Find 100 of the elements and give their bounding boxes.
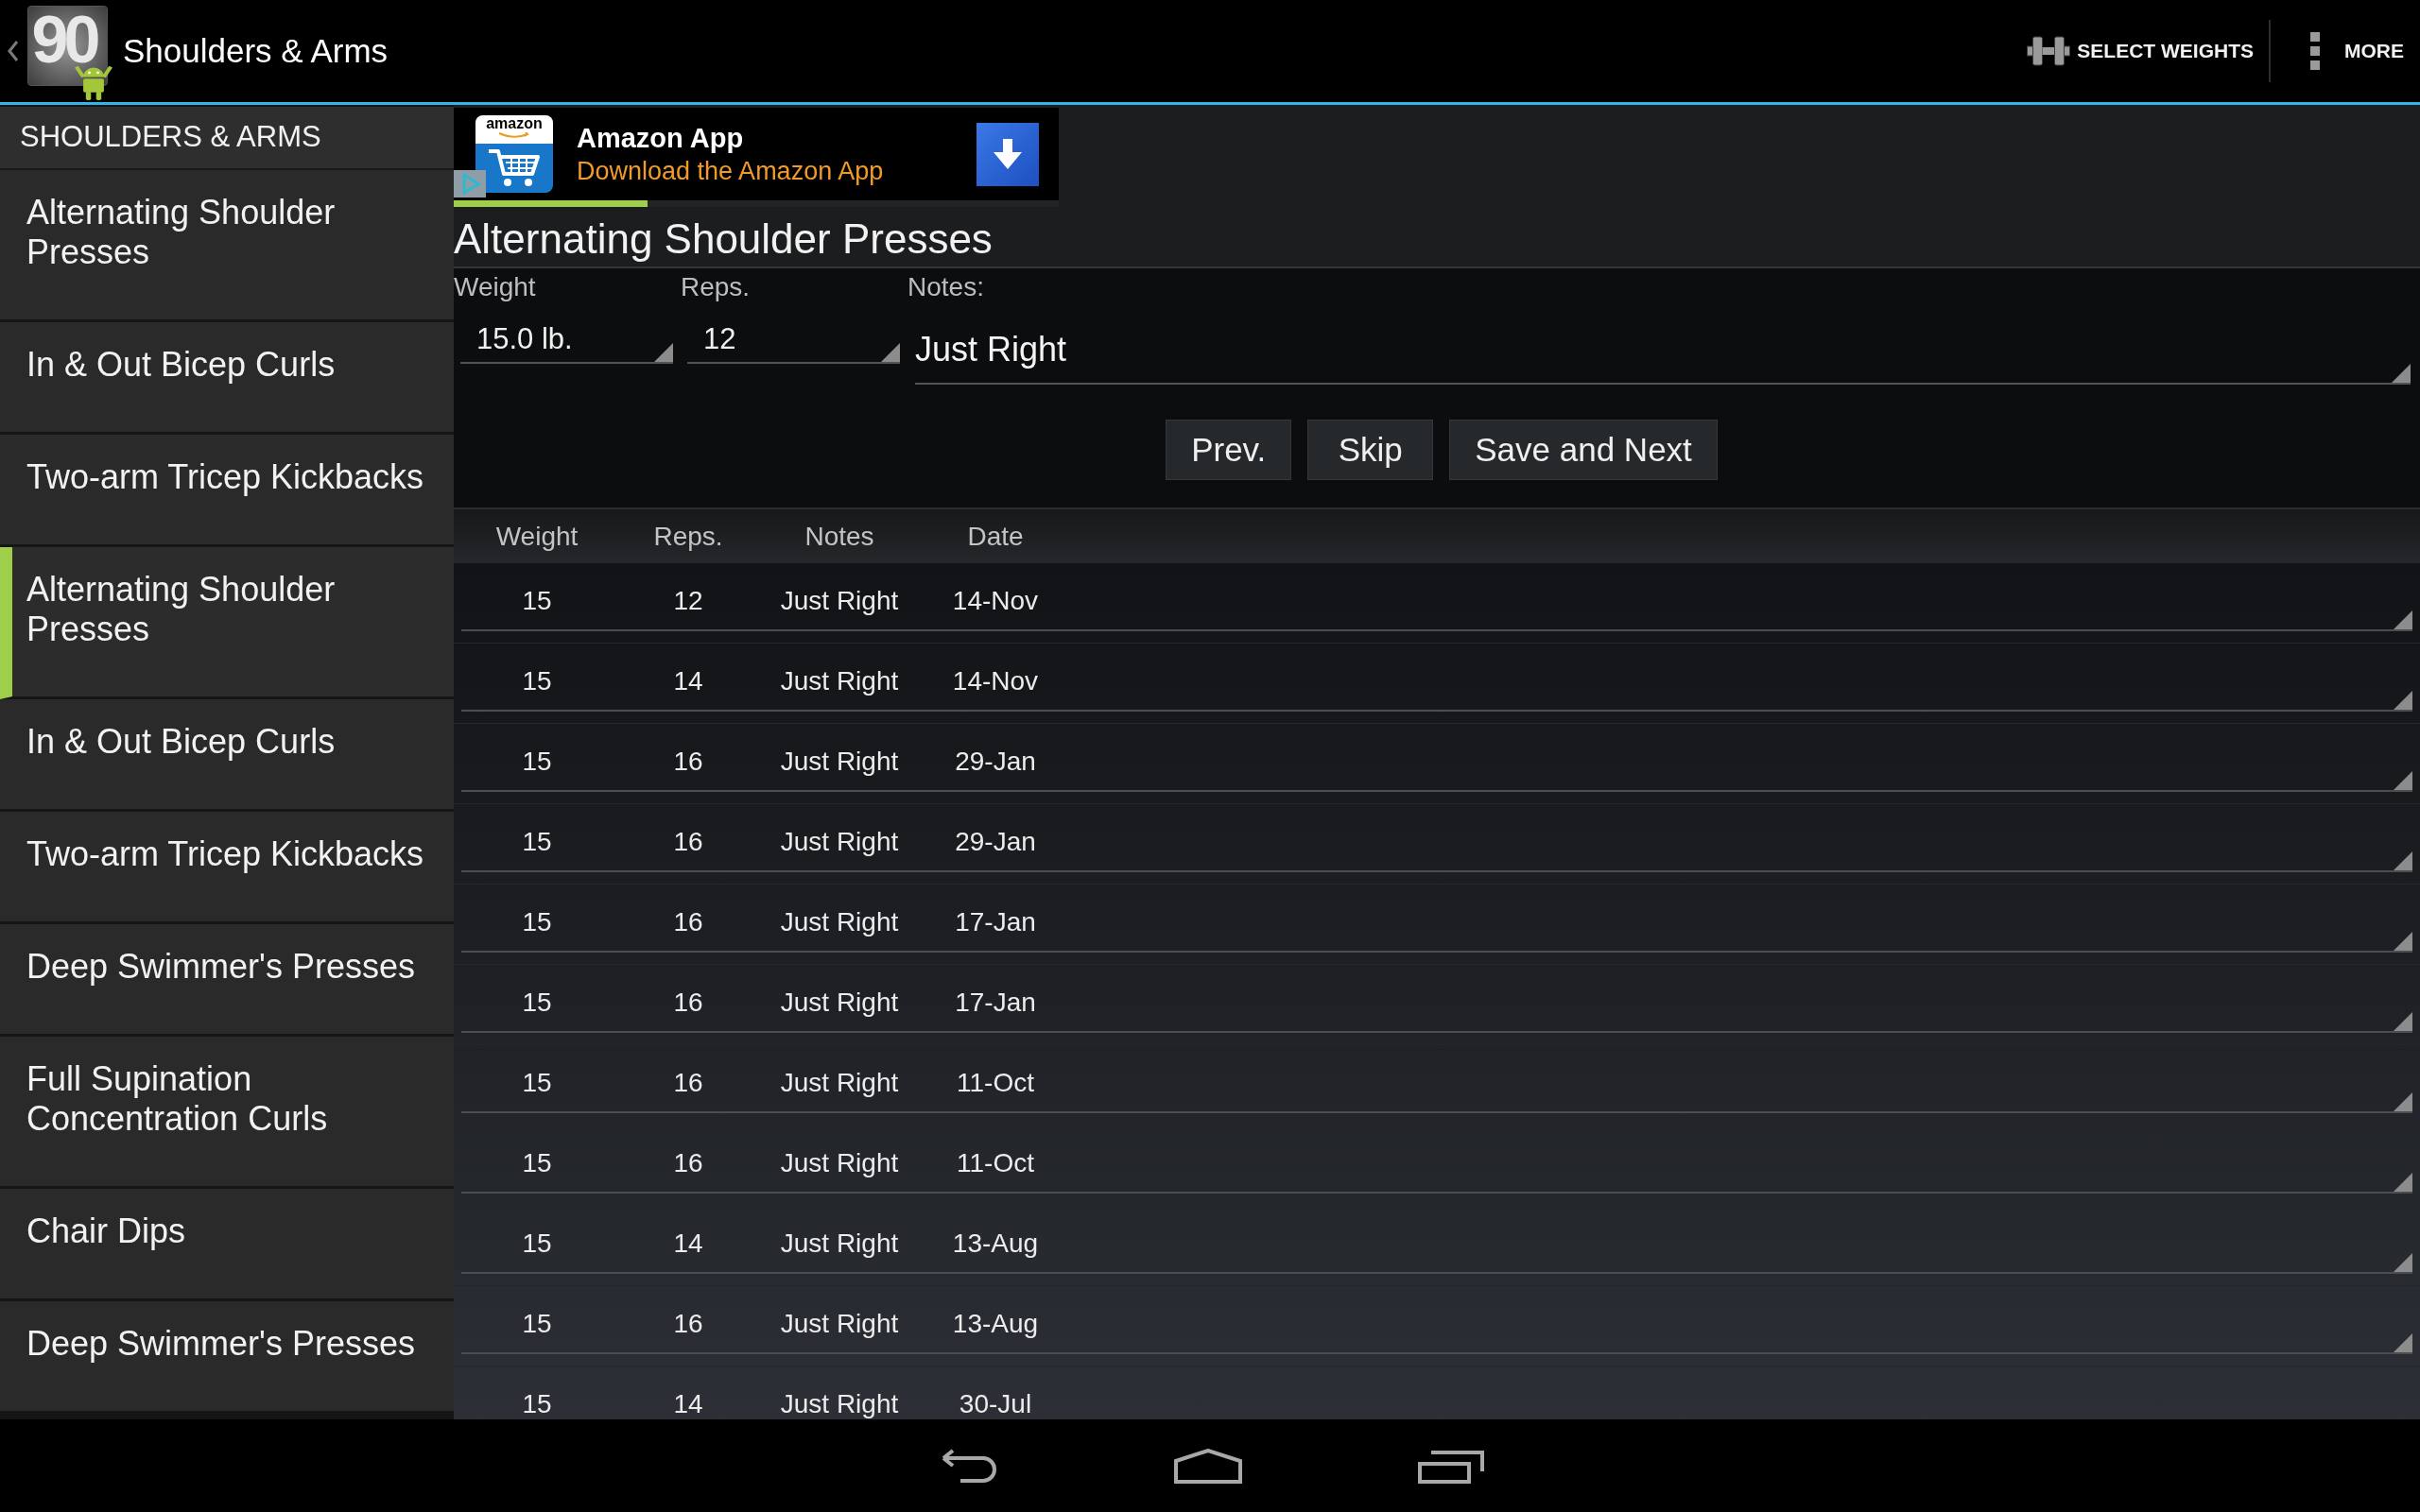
logo-wordmark: amazon [486, 115, 543, 132]
history-row[interactable]: 15 12 Just Right 14-Nov [461, 572, 2412, 631]
history-row[interactable]: 15 14 Just Right 13-Aug [461, 1214, 2412, 1274]
table-cell: 14 [673, 1390, 703, 1418]
table-cell: Just Right [780, 828, 899, 855]
field-label: Reps. [681, 272, 752, 302]
sidebar-item[interactable]: Chair Dips [0, 1189, 454, 1301]
table-cell: 15 [522, 908, 552, 936]
table-cell: 29-Jan [955, 747, 1036, 775]
sidebar-item[interactable]: In & Out Bicep Curls [0, 699, 454, 812]
action-button[interactable]: Prev. [1166, 420, 1292, 480]
table-cell: 16 [673, 1310, 703, 1337]
dropdown-triangle-icon [2394, 1253, 2412, 1272]
table-cell: 14-Nov [952, 587, 1039, 614]
dumbbell-icon [2027, 36, 2071, 66]
table-cell: 14 [673, 667, 703, 695]
table-cell: 17-Jan [955, 908, 1036, 936]
history-row[interactable]: 15 16 Just Right 29-Jan [461, 732, 2412, 792]
table-cell: 15 [522, 1390, 552, 1418]
history-row[interactable]: 15 16 Just Right 17-Jan [461, 973, 2412, 1033]
dropdown-field[interactable]: 15.0 lb. [460, 317, 673, 364]
action-button[interactable]: SELECT WEIGHTS [2027, 0, 2254, 102]
field-label: Weight [454, 272, 537, 302]
table-cell: 13-Aug [952, 1229, 1039, 1257]
ad-title: Amazon App [577, 122, 745, 155]
action-button[interactable]: Skip [1307, 420, 1434, 480]
table-cell: 16 [673, 988, 703, 1016]
dropdown-triangle-icon [2392, 364, 2411, 383]
table-cell: 15 [522, 1310, 552, 1337]
history-row[interactable]: 15 16 Just Right 11-Oct [461, 1134, 2412, 1194]
table-cell: 16 [673, 1069, 703, 1096]
table-cell: Just Right [780, 988, 899, 1016]
table-cell: 11-Oct [957, 1149, 1034, 1177]
table-cell: 15 [522, 1149, 552, 1177]
table-cell: 16 [673, 747, 703, 775]
history-row[interactable]: 15 14 Just Right 14-Nov [461, 652, 2412, 712]
table-cell: 15 [522, 988, 552, 1016]
recent-apps-icon[interactable] [1418, 1448, 1484, 1484]
section-header: SHOULDERS & ARMS [0, 107, 454, 170]
dropdown-triangle-icon [2394, 851, 2412, 870]
overflow-menu-icon [2310, 32, 2320, 70]
history-row[interactable]: 15 16 Just Right 11-Oct [461, 1054, 2412, 1113]
dropdown-triangle-icon [2394, 771, 2412, 790]
column-header: Notes [804, 520, 874, 553]
dropdown-triangle-icon [2394, 1173, 2412, 1192]
ad-subtitle: Download the Amazon App [577, 156, 884, 187]
ad-banner[interactable]: amazon Amazon App Download the Amazon App [454, 108, 1059, 200]
table-cell: 15 [522, 828, 552, 855]
table-cell: 15 [522, 747, 552, 775]
sidebar-item[interactable]: Alternating Shoulder Presses [0, 170, 454, 322]
shopping-cart-icon [487, 147, 542, 189]
table-cell: 30-Jul [959, 1390, 1032, 1418]
table-cell: Just Right [780, 1390, 899, 1418]
history-row[interactable]: 15 16 Just Right 13-Aug [461, 1295, 2412, 1354]
sidebar-item[interactable]: Deep Swimmer's Presses [0, 1301, 454, 1414]
dropdown-triangle-icon [654, 343, 673, 362]
table-cell: Just Right [780, 1229, 899, 1257]
field-label: Notes: [908, 272, 985, 302]
table-cell: 15 [522, 667, 552, 695]
sidebar-item[interactable]: Full Supination Concentration Curls [0, 1037, 454, 1189]
app-logo[interactable]: 90 [27, 6, 108, 86]
column-header: Reps. [653, 520, 723, 553]
table-cell: 11-Oct [957, 1069, 1034, 1096]
table-cell: 15 [522, 587, 552, 614]
dropdown-triangle-icon [2394, 691, 2412, 710]
history-row[interactable]: 15 16 Just Right 17-Jan [461, 893, 2412, 953]
table-cell: 16 [673, 828, 703, 855]
action-button[interactable]: Save and Next [1449, 420, 1718, 480]
sidebar-item[interactable]: Two-arm Tricep Kickbacks [0, 435, 454, 547]
table-cell: 14 [673, 1229, 703, 1257]
column-header: Date [967, 520, 1024, 553]
back-chevron-icon[interactable] [8, 40, 19, 62]
dropdown-triangle-icon [2394, 932, 2412, 951]
table-cell: Just Right [780, 747, 899, 775]
table-cell: 15 [522, 1069, 552, 1096]
smile-curve-icon [498, 132, 530, 138]
table-cell: 29-Jan [955, 828, 1036, 855]
home-icon[interactable] [1174, 1448, 1242, 1484]
dropdown-triangle-icon [2394, 610, 2412, 629]
dropdown-triangle-icon [2394, 1092, 2412, 1111]
download-button[interactable] [977, 122, 1039, 186]
table-cell: Just Right [780, 1069, 899, 1096]
table-cell: 16 [673, 908, 703, 936]
screen-title: Shoulders & Arms [123, 30, 389, 71]
arrow-down-icon [994, 139, 1022, 169]
notes-field[interactable]: Just Right [915, 317, 2411, 385]
dropdown-triangle-icon [2394, 1012, 2412, 1031]
sidebar-item[interactable]: In & Out Bicep Curls [0, 322, 454, 435]
sidebar-item[interactable]: Deep Swimmer's Presses [0, 924, 454, 1037]
logo-text: 90 [31, 7, 97, 73]
table-cell: 12 [673, 587, 703, 614]
table-cell: Just Right [780, 667, 899, 695]
dropdown-field[interactable]: 12 [687, 317, 900, 364]
history-row[interactable]: 15 16 Just Right 29-Jan [461, 813, 2412, 872]
table-cell: Just Right [780, 1149, 899, 1177]
sidebar-item[interactable]: Two-arm Tricep Kickbacks [0, 812, 454, 924]
action-button[interactable]: MORE [2310, 0, 2420, 102]
sidebar-item[interactable]: Alternating Shoulder Presses [0, 547, 454, 699]
table-cell: Just Right [780, 587, 899, 614]
table-cell: Just Right [780, 1310, 899, 1337]
